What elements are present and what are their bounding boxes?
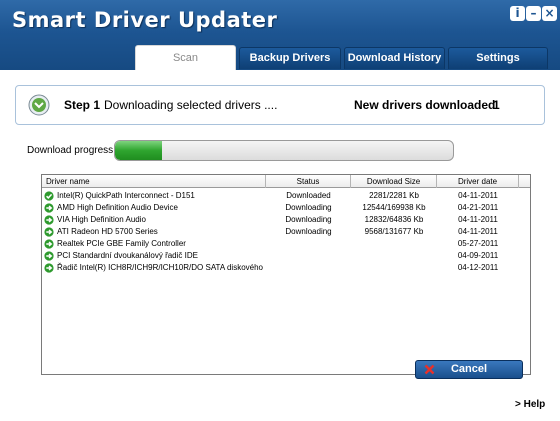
help-link[interactable]: > Help: [515, 399, 545, 410]
driver-status-cell: Downloading: [285, 203, 332, 212]
driver-name-cell: Řadič Intel(R) ICH8R/ICH9R/ICH10R/DO SAT…: [57, 263, 265, 272]
driver-status-cell: Downloading: [285, 227, 332, 236]
driver-name-cell: AMD High Definition Audio Device: [57, 203, 178, 212]
driver-date-cell: 04-12-2011: [457, 263, 499, 272]
cancel-button[interactable]: Cancel: [415, 360, 523, 379]
minimize-button[interactable]: –: [526, 6, 541, 21]
tab-download-history[interactable]: Download History: [344, 47, 445, 69]
driver-size-cell: 12832/64836 Kb: [364, 215, 424, 224]
driver-name-cell: VIA High Definition Audio: [57, 215, 146, 224]
driver-status-cell: [266, 262, 351, 274]
driver-row[interactable]: Intel(R) QuickPath Interconnect - D151 Do…: [42, 190, 530, 202]
step-description: Downloading selected drivers ....: [104, 98, 278, 112]
driver-status-cell: Downloading: [285, 215, 332, 224]
column-driver-date[interactable]: Driver date: [437, 175, 519, 188]
step-number: Step 1: [64, 98, 101, 112]
arrow-right-icon: [44, 215, 54, 225]
driver-size-cell: 9568/131677 Kb: [364, 227, 424, 236]
driver-size-cell: [351, 262, 437, 274]
app-window: Smart Driver Updater i – × Scan Backup D…: [0, 0, 560, 421]
download-step-icon: [28, 94, 50, 116]
column-driver-name[interactable]: Driver name: [42, 175, 266, 188]
driver-size-cell: 12544/169938 Kb: [362, 203, 426, 212]
cancel-button-label: Cancel: [450, 363, 488, 375]
new-drivers-label: New drivers downloaded: [354, 98, 496, 112]
arrow-right-icon: [44, 203, 54, 213]
driver-name-cell: PCI Standardní dvoukanálový řadič IDE: [57, 251, 198, 260]
driver-date-cell: 04-11-2011: [458, 191, 498, 200]
driver-status-cell: Downloaded: [286, 191, 331, 200]
driver-date-cell: 04-21-2011: [457, 203, 499, 212]
driver-list: Driver name Status Download Size Driver …: [41, 174, 531, 375]
column-download-size[interactable]: Download Size: [351, 175, 437, 188]
driver-name-cell: Realtek PCIe GBE Family Controller: [57, 239, 186, 248]
driver-name-cell: ATI Radeon HD 5700 Series: [57, 227, 158, 236]
driver-row[interactable]: AMD High Definition Audio Device Download…: [42, 202, 530, 214]
driver-row[interactable]: ATI Radeon HD 5700 Series Downloading 9568…: [42, 226, 530, 238]
arrow-right-icon: [44, 251, 54, 261]
column-status[interactable]: Status: [266, 175, 351, 188]
driver-date-cell: 04-11-2011: [458, 227, 498, 236]
driver-size-cell: [351, 250, 437, 262]
new-drivers-count: 1: [493, 98, 500, 112]
download-progress-fill: [115, 141, 163, 160]
tab-bar: Scan Backup Drivers Download History Set…: [0, 45, 560, 70]
tab-scan[interactable]: Scan: [135, 45, 236, 70]
driver-status-cell: [266, 238, 351, 250]
check-icon: [44, 191, 54, 201]
driver-date-cell: 04-09-2011: [457, 251, 499, 260]
driver-row[interactable]: Řadič Intel(R) ICH8R/ICH9R/ICH10R/DO SAT…: [42, 262, 530, 274]
driver-date-cell: 04-11-2011: [458, 215, 498, 224]
info-button[interactable]: i: [510, 6, 525, 21]
tab-settings[interactable]: Settings: [448, 47, 548, 69]
driver-status-cell: [266, 250, 351, 262]
step-status-box: Step 1 Downloading selected drivers ....…: [15, 85, 545, 125]
scan-panel: Step 1 Downloading selected drivers ....…: [0, 70, 560, 421]
app-title: Smart Driver Updater: [12, 8, 278, 32]
download-progress-label: Download progress: [27, 145, 114, 156]
arrow-right-icon: [44, 263, 54, 273]
title-bar: Smart Driver Updater i – × Scan Backup D…: [0, 0, 560, 70]
driver-date-cell: 05-27-2011: [457, 239, 499, 248]
driver-row[interactable]: PCI Standardní dvoukanálový řadič IDE 04-…: [42, 250, 530, 262]
close-window-button[interactable]: ×: [542, 6, 557, 21]
driver-row[interactable]: VIA High Definition Audio Downloading 1283…: [42, 214, 530, 226]
tab-backup-drivers[interactable]: Backup Drivers: [239, 47, 341, 69]
driver-size-cell: [351, 238, 437, 250]
download-progress-bar: [114, 140, 454, 161]
cancel-x-icon: [424, 364, 435, 375]
driver-name-cell: Intel(R) QuickPath Interconnect - D151: [57, 191, 195, 200]
driver-row[interactable]: Realtek PCIe GBE Family Controller 05-27-…: [42, 238, 530, 250]
arrow-right-icon: [44, 239, 54, 249]
driver-size-cell: 2281/2281 Kb: [369, 191, 419, 200]
driver-list-header: Driver name Status Download Size Driver …: [42, 175, 530, 188]
arrow-right-icon: [44, 227, 54, 237]
